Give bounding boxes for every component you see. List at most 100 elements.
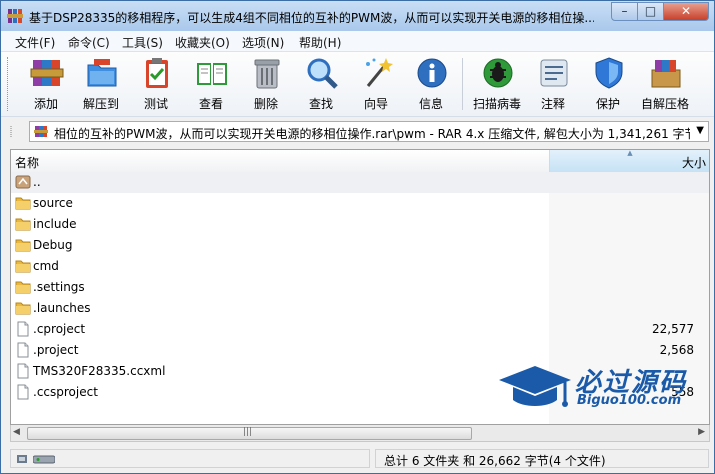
toolbar-separator xyxy=(462,58,463,110)
maximize-button[interactable]: □ xyxy=(637,2,664,21)
file-list: 名称 ▲ 大小 .. source include Debug cmd .settings… xyxy=(10,149,710,425)
file-row[interactable]: .settings xyxy=(11,277,709,298)
file-size: 2,568 xyxy=(659,343,694,357)
file-icon xyxy=(15,321,31,337)
scroll-grip-icon: ||| xyxy=(243,427,253,437)
folder-icon xyxy=(15,300,31,316)
add-label: 添加 xyxy=(33,97,58,111)
file-row[interactable]: cmd xyxy=(11,256,709,277)
column-size-label: 大小 xyxy=(681,156,706,170)
file-row[interactable]: .project 2,568 xyxy=(11,340,709,361)
status-summary: 总计 6 文件夹 和 26,662 字节(4 个文件) xyxy=(384,454,606,468)
virus-scan-button[interactable]: 扫描病毒 xyxy=(471,54,523,112)
folder-icon xyxy=(15,279,31,295)
extract-to-label: 解压到 xyxy=(82,97,119,111)
folder-icon xyxy=(15,237,31,253)
menu-file[interactable]: 文件(F) xyxy=(15,34,55,51)
horizontal-scrollbar[interactable]: ◀ ||| ▶ xyxy=(10,425,710,442)
toolbar-grip[interactable] xyxy=(7,57,11,111)
menu-options[interactable]: 选项(N) xyxy=(242,34,284,51)
file-icon xyxy=(15,342,31,358)
file-name: source xyxy=(33,196,73,210)
extract-folder-icon xyxy=(87,59,117,87)
chevron-down-icon[interactable]: ▼ xyxy=(696,125,704,136)
winrar-window: 基于DSP28335的移相程序，可以生成4组不同相位的互补的PWM波，从而可以实… xyxy=(0,0,715,474)
file-row[interactable]: .launches xyxy=(11,298,709,319)
file-size: 22,577 xyxy=(652,322,694,336)
view-book-icon xyxy=(197,63,227,85)
folder-icon xyxy=(15,195,31,211)
protect-label: 保护 xyxy=(595,97,620,111)
file-icon xyxy=(15,384,31,400)
file-name: .settings xyxy=(33,280,85,294)
menu-favorites[interactable]: 收藏夹(O) xyxy=(175,34,230,51)
menu-tools[interactable]: 工具(S) xyxy=(122,34,163,51)
address-path: 相位的互补的PWM波，从而可以实现开关电源的移相位操作.rar\pwm - RA… xyxy=(54,127,690,141)
file-name: .project xyxy=(33,343,79,357)
menu-commands[interactable]: 命令(C) xyxy=(68,34,110,51)
file-name: .cproject xyxy=(33,322,86,336)
test-clipboard-icon xyxy=(146,58,168,88)
parent-dir-row[interactable]: .. xyxy=(11,172,709,193)
rar-archive-icon xyxy=(34,126,48,137)
file-name: cmd xyxy=(33,259,59,273)
file-row[interactable]: Debug xyxy=(11,235,709,256)
comment-button[interactable]: 注释 xyxy=(527,54,579,112)
scroll-thumb[interactable]: ||| xyxy=(27,427,472,440)
column-name-header[interactable]: 名称 xyxy=(15,154,39,171)
add-button[interactable]: 添加 xyxy=(20,54,72,112)
up-folder-icon[interactable] xyxy=(7,124,23,140)
status-left-panel xyxy=(10,449,370,468)
shield-icon xyxy=(595,57,623,89)
wizard-button[interactable]: 向导 xyxy=(350,54,402,112)
info-label: 信息 xyxy=(418,97,443,111)
extract-to-button[interactable]: 解压到 xyxy=(75,54,127,112)
file-name: .. xyxy=(33,175,41,189)
window-title: 基于DSP28335的移相程序，可以生成4组不同相位的互补的PWM波，从而可以实… xyxy=(29,11,594,25)
winrar-app-icon xyxy=(7,9,23,23)
info-icon xyxy=(417,58,447,88)
column-header: 名称 ▲ 大小 xyxy=(11,150,709,173)
comment-icon xyxy=(540,59,568,87)
close-button[interactable]: ✕ xyxy=(663,2,709,21)
file-name: Debug xyxy=(33,238,73,252)
file-name: .launches xyxy=(33,301,91,315)
delete-label: 删除 xyxy=(253,97,278,111)
drive-icon[interactable] xyxy=(33,455,55,464)
scroll-right-icon[interactable]: ▶ xyxy=(698,427,705,437)
file-icon xyxy=(15,363,31,379)
sfx-button[interactable]: 自解压格 xyxy=(639,54,691,112)
file-row[interactable]: .cproject 22,577 xyxy=(11,319,709,340)
file-name: include xyxy=(33,217,77,231)
status-bar: 总计 6 文件夹 和 26,662 字节(4 个文件) xyxy=(1,444,714,473)
folder-icon xyxy=(15,216,31,232)
delete-button[interactable]: 删除 xyxy=(240,54,292,112)
address-field[interactable]: 相位的互补的PWM波，从而可以实现开关电源的移相位操作.rar\pwm - RA… xyxy=(29,121,709,142)
rar-books-icon xyxy=(30,60,64,86)
sfx-label: 自解压格 xyxy=(640,97,689,111)
column-size-header[interactable]: ▲ 大小 xyxy=(549,150,709,172)
file-row[interactable]: .ccsproject 558 xyxy=(11,382,709,403)
title-bar: 基于DSP28335的移相程序，可以生成4组不同相位的互补的PWM波，从而可以实… xyxy=(1,1,714,31)
menu-bar: 文件(F) 命令(C) 工具(S) 收藏夹(O) 选项(N) 帮助(H) xyxy=(1,31,714,52)
trash-can-icon xyxy=(254,59,280,89)
key-icon[interactable] xyxy=(16,454,28,464)
find-button[interactable]: 查找 xyxy=(295,54,347,112)
view-label: 查看 xyxy=(198,97,223,111)
info-button[interactable]: 信息 xyxy=(405,54,457,112)
test-label: 测试 xyxy=(143,97,168,111)
file-name: TMS320F28335.ccxml xyxy=(33,364,166,378)
toolbar: 添加 解压到 测试 查看 删除 查找 向导 信息 扫描病毒 注释 保护 自解压格 xyxy=(1,52,714,117)
virus-scan-label: 扫描病毒 xyxy=(472,97,521,111)
file-row[interactable]: include xyxy=(11,214,709,235)
minimize-button[interactable]: – xyxy=(611,2,638,21)
test-button[interactable]: 测试 xyxy=(130,54,182,112)
file-row[interactable]: source xyxy=(11,193,709,214)
file-row[interactable]: TMS320F28335.ccxml xyxy=(11,361,709,382)
menu-help[interactable]: 帮助(H) xyxy=(299,34,341,51)
protect-button[interactable]: 保护 xyxy=(582,54,634,112)
view-button[interactable]: 查看 xyxy=(185,54,237,112)
file-size: 558 xyxy=(671,385,694,399)
magnifier-icon xyxy=(307,58,338,89)
scroll-left-icon[interactable]: ◀ xyxy=(13,427,20,437)
